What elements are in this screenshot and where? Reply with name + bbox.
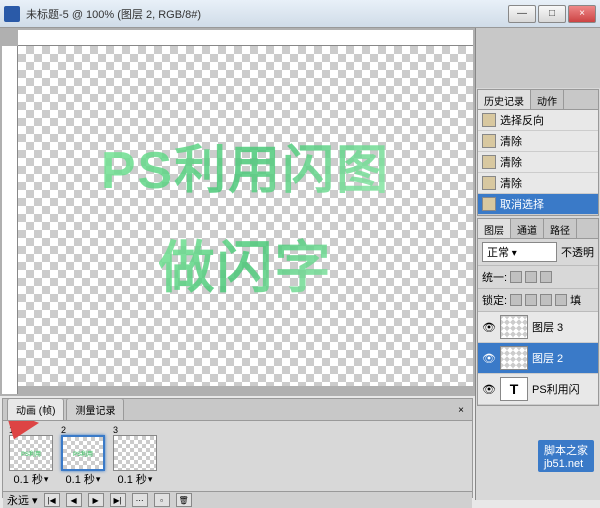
lock-position-icon[interactable] <box>540 294 552 306</box>
frame-number: 3 <box>111 425 118 435</box>
opacity-label: 不透明 <box>561 244 594 260</box>
layer-name[interactable]: 图层 3 <box>532 319 563 335</box>
app-icon <box>4 6 20 22</box>
prev-frame-button[interactable]: ◀ <box>66 493 82 507</box>
layers-panel: 图层 通道 路径 正常 ▾ 不透明 统一: 锁定: 填 <box>477 218 599 406</box>
layer-name[interactable]: 图层 2 <box>532 350 563 366</box>
frame-delay[interactable]: 0.1 秒▾ <box>118 471 153 487</box>
history-item[interactable]: 选择反向 <box>478 110 598 131</box>
lock-transparency-icon[interactable] <box>510 294 522 306</box>
history-item[interactable]: 取消选择 <box>478 194 598 215</box>
history-item[interactable]: 清除 <box>478 131 598 152</box>
minimize-button[interactable]: — <box>508 5 536 23</box>
tween-button[interactable]: ⋯ <box>132 493 148 507</box>
tab-layers[interactable]: 图层 <box>478 219 511 238</box>
tab-history[interactable]: 历史记录 <box>478 90 531 109</box>
animation-panel-close-icon[interactable]: × <box>454 403 468 417</box>
tab-animation-frames[interactable]: 动画 (帧) <box>7 398 64 420</box>
ruler-vertical[interactable] <box>2 46 18 394</box>
delete-frame-button[interactable]: 🗑 <box>176 493 192 507</box>
animation-panel: 动画 (帧) 测量记录 × 1 PS利用 0.1 秒▾ 2 PS利用 0.1 秒… <box>2 398 473 498</box>
frame-thumbnail[interactable] <box>113 435 157 471</box>
history-step-icon <box>482 155 496 169</box>
lock-all-icon[interactable] <box>555 294 567 306</box>
layer-item[interactable]: 👁 图层 3 <box>478 312 598 343</box>
layer-item[interactable]: 👁 图层 2 <box>478 343 598 374</box>
frame-number: 2 <box>59 425 66 435</box>
window-titlebar: 未标题-5 @ 100% (图层 2, RGB/8#) — □ × <box>0 0 600 28</box>
unify-visibility-icon[interactable] <box>525 271 537 283</box>
layers-lock-row: 锁定: 填 <box>478 289 598 312</box>
layers-list: 👁 图层 3 👁 图层 2 👁 T PS利用闪 <box>478 312 598 405</box>
history-item[interactable]: 清除 <box>478 173 598 194</box>
window-title: 未标题-5 @ 100% (图层 2, RGB/8#) <box>26 6 508 22</box>
history-step-icon <box>482 113 496 127</box>
canvas-text-line1: PS利用闪图 <box>101 128 390 203</box>
ruler-horizontal[interactable] <box>18 30 473 46</box>
new-frame-button[interactable]: ▫ <box>154 493 170 507</box>
layers-unify-row: 统一: <box>478 266 598 289</box>
unify-style-icon[interactable] <box>540 271 552 283</box>
document-canvas[interactable]: PS利用闪图 做闪字 <box>18 46 473 386</box>
unify-position-icon[interactable] <box>510 271 522 283</box>
watermark: 脚本之家 jb51.net <box>538 440 594 472</box>
layer-visibility-eye-icon[interactable]: 👁 <box>482 351 496 365</box>
right-panels-column: 历史记录 动作 选择反向 清除 清除 清除 取消选择 图层 通道 路径 正常 ▾… <box>475 28 600 500</box>
fill-label: 填 <box>570 292 581 308</box>
animation-frame[interactable]: 3 0.1 秒▾ <box>111 425 159 487</box>
layers-blend-row: 正常 ▾ 不透明 <box>478 239 598 266</box>
history-panel-tabs: 历史记录 动作 <box>478 90 598 110</box>
frame-delay[interactable]: 0.1 秒▾ <box>66 471 101 487</box>
canvas-area: PS利用闪图 做闪字 <box>0 28 475 396</box>
tab-channels[interactable]: 通道 <box>511 219 544 238</box>
lock-label: 锁定: <box>482 292 507 308</box>
panel-spacer <box>476 28 600 88</box>
tab-measurement-log[interactable]: 测量记录 <box>66 398 124 420</box>
animation-frame[interactable]: 2 PS利用 0.1 秒▾ <box>59 425 107 487</box>
lock-pixels-icon[interactable] <box>525 294 537 306</box>
left-column: PS利用闪图 做闪字 动画 (帧) 测量记录 × 1 PS利用 0.1 秒▾ 2… <box>0 28 475 500</box>
animation-tabs: 动画 (帧) 测量记录 × <box>3 399 472 421</box>
history-list: 选择反向 清除 清除 清除 取消选择 <box>478 110 598 215</box>
next-frame-button[interactable]: ▶| <box>110 493 126 507</box>
tab-paths[interactable]: 路径 <box>544 219 577 238</box>
frame-thumbnail[interactable]: PS利用 <box>61 435 105 471</box>
maximize-button[interactable]: □ <box>538 5 566 23</box>
window-controls: — □ × <box>508 5 596 23</box>
history-item[interactable]: 清除 <box>478 152 598 173</box>
first-frame-button[interactable]: |◀ <box>44 493 60 507</box>
layer-thumbnail-text-icon[interactable]: T <box>500 377 528 401</box>
history-panel: 历史记录 动作 选择反向 清除 清除 清除 取消选择 <box>477 89 599 216</box>
history-step-icon <box>482 176 496 190</box>
unify-label: 统一: <box>482 269 507 285</box>
layer-visibility-eye-icon[interactable]: 👁 <box>482 382 496 396</box>
layer-thumbnail[interactable] <box>500 315 528 339</box>
history-step-icon <box>482 134 496 148</box>
loop-mode-dropdown[interactable]: 永远 ▾ <box>7 492 38 508</box>
layer-thumbnail[interactable] <box>500 346 528 370</box>
canvas-text-line2: 做闪字 <box>159 223 333 304</box>
play-button[interactable]: ▶ <box>88 493 104 507</box>
main-area: PS利用闪图 做闪字 动画 (帧) 测量记录 × 1 PS利用 0.1 秒▾ 2… <box>0 28 600 500</box>
animation-frames-strip: 1 PS利用 0.1 秒▾ 2 PS利用 0.1 秒▾ 3 0.1 秒▾ <box>3 421 472 491</box>
layer-name[interactable]: PS利用闪 <box>532 381 580 397</box>
layer-visibility-eye-icon[interactable]: 👁 <box>482 320 496 334</box>
history-step-icon <box>482 197 496 211</box>
layer-item[interactable]: 👁 T PS利用闪 <box>478 374 598 405</box>
tab-actions[interactable]: 动作 <box>531 90 564 109</box>
layers-panel-tabs: 图层 通道 路径 <box>478 219 598 239</box>
frame-delay[interactable]: 0.1 秒▾ <box>14 471 49 487</box>
blend-mode-dropdown[interactable]: 正常 ▾ <box>482 242 557 262</box>
close-button[interactable]: × <box>568 5 596 23</box>
